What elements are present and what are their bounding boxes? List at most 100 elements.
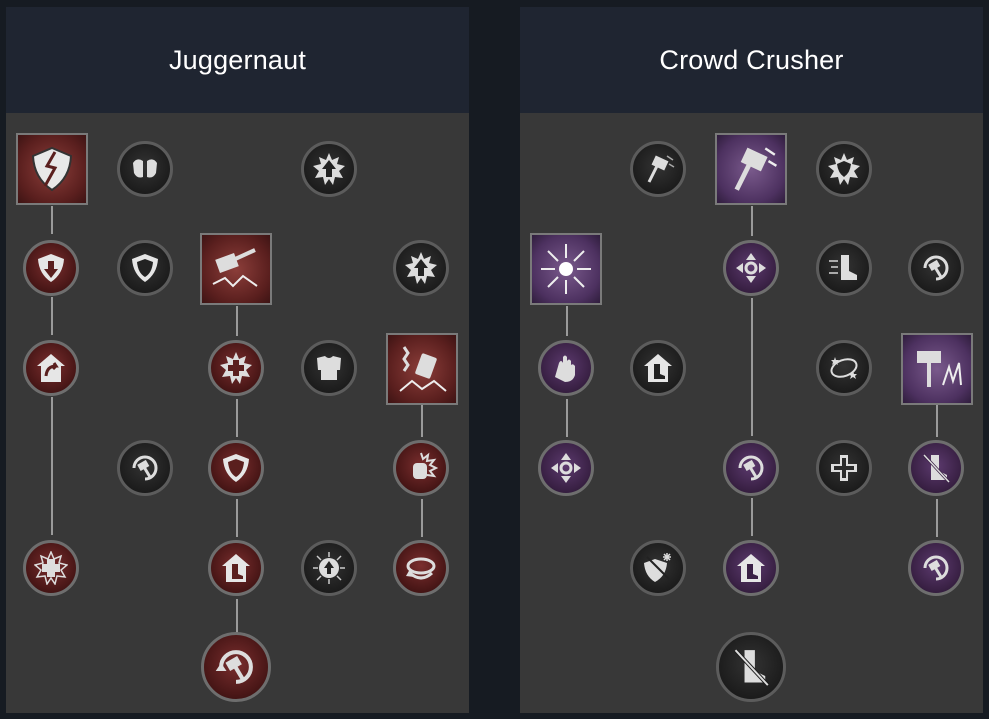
shield-recover-icon: [37, 354, 65, 382]
skill-node-slowed-boot[interactable]: [716, 632, 786, 702]
broken-shield-icon: [31, 146, 73, 192]
skill-tree-juggernaut: Juggernaut: [6, 7, 469, 713]
stun-stars-icon: [830, 357, 858, 379]
hammer-cooldown-icon: [738, 455, 764, 481]
skill-node-frost-shield[interactable]: [630, 540, 686, 596]
connector-line: [751, 498, 753, 536]
tree-header: Juggernaut: [6, 7, 469, 113]
spiked-shield-icon: [828, 153, 860, 185]
connector-line: [751, 206, 753, 236]
hammer-cooldown-icon: [215, 650, 253, 684]
skill-node-hammer-shockwave[interactable]: [901, 333, 973, 405]
chained-hammer-icon: [399, 346, 447, 392]
skill-node-shield-recover[interactable]: [23, 340, 79, 396]
skill-node-shoulder-armor[interactable]: [117, 141, 173, 197]
spiked-arrow-up-icon: [313, 153, 345, 185]
hammer-throw-icon: [647, 155, 675, 183]
hammer-cooldown-icon: [923, 255, 949, 281]
connector-line: [421, 405, 423, 437]
skill-node-hammer-slam[interactable]: [200, 233, 272, 305]
skill-node-medical-cross[interactable]: [23, 540, 79, 596]
medical-cross-icon: [34, 551, 68, 585]
skill-node-shield-down-arrow[interactable]: [23, 240, 79, 296]
skill-node-crossed-arrows[interactable]: [538, 440, 594, 496]
connector-line: [51, 397, 53, 535]
connector-line: [751, 298, 753, 436]
connector-line: [236, 399, 238, 437]
crossed-arrows-icon: [736, 253, 766, 283]
skill-node-broken-shield[interactable]: [16, 133, 88, 205]
connector-line: [236, 599, 238, 633]
skill-node-swirl[interactable]: [393, 540, 449, 596]
boot-arrow-up-icon: [644, 354, 672, 382]
skill-node-shield-down-arrow[interactable]: [208, 440, 264, 496]
skill-node-hammer-cooldown[interactable]: [117, 440, 173, 496]
skill-node-spiked-cross[interactable]: [208, 340, 264, 396]
connector-line: [566, 306, 568, 336]
hammer-cooldown-icon: [923, 555, 949, 581]
skill-node-spiked-arrow-up[interactable]: [393, 240, 449, 296]
shatter-burst-icon: [541, 244, 591, 294]
skill-node-hammer-cooldown[interactable]: [908, 240, 964, 296]
skill-node-burst-arrow-up[interactable]: [301, 540, 357, 596]
tree-title: Juggernaut: [168, 44, 307, 75]
swirl-icon: [406, 557, 436, 580]
skill-node-flaming-fist[interactable]: [393, 440, 449, 496]
skill-node-chained-hammer[interactable]: [386, 333, 458, 405]
skill-node-chest-armor[interactable]: [301, 340, 357, 396]
hammer-cooldown-icon: [132, 455, 158, 481]
chest-armor-icon: [317, 356, 341, 380]
slowed-boot-icon: [922, 453, 951, 484]
skill-node-hammer-cooldown[interactable]: [723, 440, 779, 496]
skill-node-crossed-arrows[interactable]: [723, 240, 779, 296]
skill-node-hammer-cooldown[interactable]: [908, 540, 964, 596]
hand-push-icon: [555, 355, 575, 382]
skill-node-medical-cross[interactable]: [816, 440, 872, 496]
skill-node-hammer-throw[interactable]: [630, 141, 686, 197]
connector-line: [936, 405, 938, 437]
shoulder-armor-icon: [133, 159, 157, 178]
spiked-arrow-up-icon: [405, 252, 437, 284]
medical-cross-icon: [831, 455, 857, 481]
skill-board: [520, 113, 983, 713]
connector-line: [936, 499, 938, 537]
connector-line: [236, 306, 238, 336]
skill-node-slowed-boot[interactable]: [908, 440, 964, 496]
connector-line: [236, 499, 238, 537]
skill-node-speed-boot[interactable]: [816, 240, 872, 296]
connector-line: [51, 206, 53, 234]
skill-node-shield[interactable]: [117, 240, 173, 296]
skill-node-boot-arrow-up[interactable]: [723, 540, 779, 596]
skill-node-hand-push[interactable]: [538, 340, 594, 396]
connector-line: [421, 499, 423, 537]
burst-arrow-up-icon: [313, 552, 345, 584]
speed-boot-icon: [829, 255, 857, 280]
tree-title: Crowd Crusher: [659, 44, 844, 75]
frost-shield-icon: [644, 553, 672, 582]
boot-arrow-up-icon: [737, 554, 765, 582]
skill-node-boot-arrow-up[interactable]: [630, 340, 686, 396]
hammer-shockwave-icon: [917, 351, 962, 387]
shield-down-arrow-icon: [38, 254, 64, 282]
slowed-boot-icon: [734, 648, 770, 687]
crossed-arrows-icon: [551, 453, 581, 483]
skill-board: [6, 113, 469, 713]
shield-down-arrow-icon: [223, 454, 249, 482]
shield-icon: [132, 254, 158, 282]
boot-arrow-up-icon: [222, 554, 250, 582]
hammer-slam-icon: [212, 248, 258, 288]
skill-node-boot-arrow-up[interactable]: [208, 540, 264, 596]
skill-node-shatter-burst[interactable]: [530, 233, 602, 305]
skill-node-spiked-shield[interactable]: [816, 141, 872, 197]
skill-tree-crowd-crusher: Crowd Crusher: [520, 7, 983, 713]
skill-node-hammer-throw[interactable]: [715, 133, 787, 205]
spiked-cross-icon: [220, 352, 252, 384]
hammer-throw-icon: [734, 147, 778, 191]
tree-header: Crowd Crusher: [520, 7, 983, 113]
flaming-fist-icon: [413, 452, 438, 479]
skill-node-spiked-arrow-up[interactable]: [301, 141, 357, 197]
skill-node-hammer-cooldown[interactable]: [201, 632, 271, 702]
skill-node-stun-stars[interactable]: [816, 340, 872, 396]
connector-line: [566, 399, 568, 437]
connector-line: [51, 297, 53, 335]
